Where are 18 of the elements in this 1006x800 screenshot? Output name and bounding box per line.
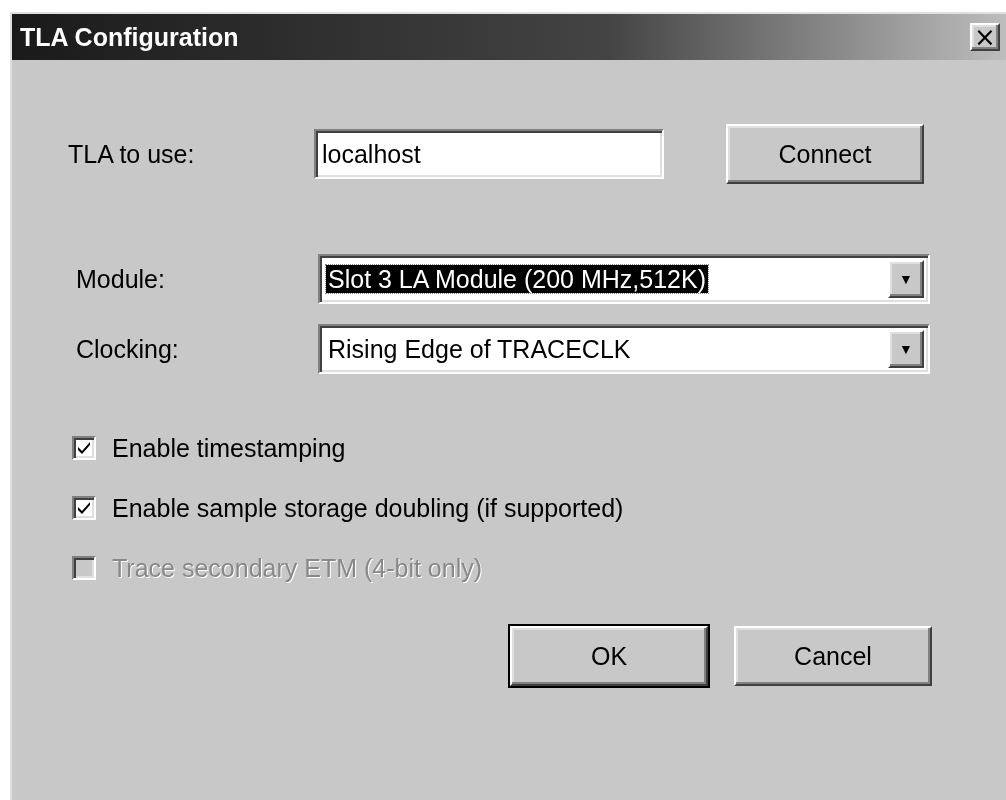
- selected-value: Rising Edge of TRACECLK: [327, 334, 632, 363]
- checkbox-label: Trace secondary ETM (4-bit only): [112, 553, 483, 583]
- checkbox[interactable]: [72, 496, 96, 520]
- selected-value: Slot 3 LA Module (200 MHz,512K): [326, 264, 708, 293]
- checkbox-label: Enable sample storage doubling (if supported): [112, 493, 624, 523]
- field-label: Module:: [76, 264, 166, 294]
- connect-button[interactable]: Connect: [726, 124, 924, 184]
- checkbox[interactable]: [72, 436, 96, 460]
- close-button[interactable]: ×: [970, 23, 1000, 51]
- ok-button[interactable]: OK: [510, 626, 708, 686]
- dropdown[interactable]: Slot 3 LA Module (200 MHz,512K) ▼: [318, 254, 930, 304]
- cancel-button[interactable]: Cancel: [734, 626, 932, 686]
- window-title: TLA Configuration: [20, 22, 239, 52]
- field-label: Clocking:: [76, 334, 180, 364]
- dropdown[interactable]: Rising Edge of TRACECLK ▼: [318, 324, 930, 374]
- field-label: TLA to use:: [68, 139, 196, 169]
- input-field[interactable]: localhost: [314, 129, 664, 179]
- checkbox-label: Enable timestamping: [112, 433, 346, 463]
